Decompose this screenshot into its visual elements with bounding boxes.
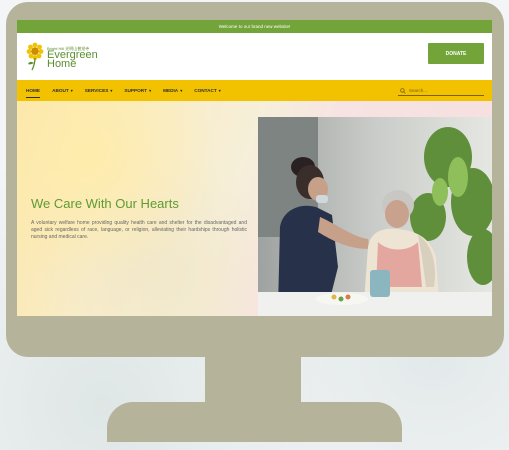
monitor-stand-neck — [205, 352, 301, 406]
nav-item-support[interactable]: SUPPORT ▾ — [124, 88, 151, 93]
nav-item-label: SUPPORT — [124, 88, 148, 93]
announcement-bar: Welcome to our brand new website! — [17, 20, 492, 33]
monitor-stand-base — [107, 402, 402, 442]
chevron-down-icon: ▾ — [110, 88, 113, 93]
welcome-text: Welcome to our brand new website! — [218, 24, 291, 29]
search-placeholder: Search... — [409, 88, 428, 93]
monitor-screen: Welcome to our brand new website! Bright… — [17, 20, 492, 316]
nav-item-services[interactable]: SERVICES ▾ — [85, 88, 113, 93]
hero-title: We Care With Our Hearts — [31, 196, 179, 211]
chevron-down-icon: ▾ — [218, 88, 221, 93]
nav-item-label: ABOUT — [52, 88, 69, 93]
nav-item-label: HOME — [26, 88, 41, 93]
site-header: Bright Hill 光明山普觉寺 Evergreen Home DONATE — [17, 33, 492, 80]
sunflower-icon — [26, 42, 44, 71]
nav-item-about[interactable]: ABOUT ▾ — [52, 88, 73, 93]
main-nav: HOME ABOUT ▾ SERVICES ▾ SUPPORT ▾ MEDIA ▾ CO… — [17, 80, 492, 101]
chevron-down-icon: ▾ — [180, 88, 183, 93]
nav-item-label: MEDIA — [163, 88, 179, 93]
donate-button[interactable]: DONATE — [428, 43, 484, 64]
search-icon — [400, 87, 406, 94]
nav-item-label: SERVICES — [84, 88, 109, 93]
hero-photo-nurse-and-elderly — [258, 117, 492, 316]
site-logo[interactable]: Bright Hill 光明山普觉寺 Evergreen Home — [25, 40, 135, 76]
hero-description: A voluntary welfare home providing quali… — [31, 220, 247, 240]
chevron-down-icon: ▾ — [70, 88, 73, 93]
logo-name: Evergreen Home — [47, 49, 98, 70]
nav-item-label: CONTACT — [194, 88, 217, 93]
nav-item-media[interactable]: MEDIA ▾ — [163, 88, 182, 93]
chevron-down-icon: ▾ — [149, 88, 152, 93]
search-input[interactable]: Search... — [398, 86, 484, 96]
nav-item-contact[interactable]: CONTACT ▾ — [194, 88, 221, 93]
nav-items: HOME ABOUT ▾ SERVICES ▾ SUPPORT ▾ MEDIA ▾ CO… — [26, 88, 233, 98]
nav-item-home[interactable]: HOME — [26, 88, 41, 98]
